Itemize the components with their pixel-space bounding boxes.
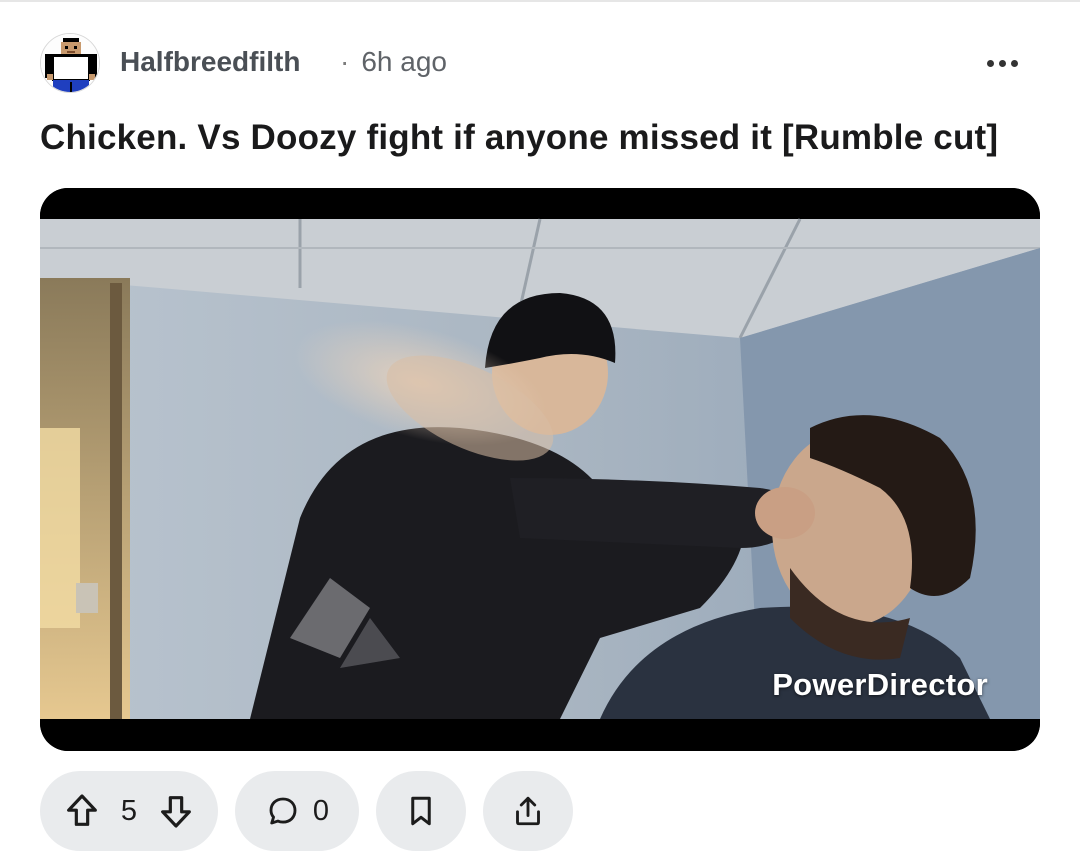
more-options-button[interactable] (982, 43, 1022, 83)
post-actions-bar: 5 0 (40, 771, 573, 851)
bookmark-icon (403, 793, 439, 829)
comments-button[interactable]: 0 (235, 771, 359, 851)
post-header: Halfbreedfilth · 6h ago (40, 33, 1040, 95)
video-player[interactable]: PowerDirector (40, 188, 1040, 751)
comment-bubble-icon (265, 793, 301, 829)
post-timestamp: 6h ago (361, 46, 447, 77)
share-icon (510, 793, 546, 829)
share-button[interactable] (483, 771, 573, 851)
save-button[interactable] (376, 771, 466, 851)
vote-control: 5 (40, 771, 218, 851)
meta-separator: · (340, 46, 350, 77)
post-time: · 6h ago (340, 46, 447, 78)
post-title[interactable]: Chicken. Vs Doozy fight if anyone missed… (40, 118, 1040, 158)
more-horizontal-icon (986, 59, 994, 67)
author-name[interactable]: Halfbreedfilth (120, 46, 300, 78)
arrow-up-icon[interactable] (62, 791, 102, 831)
author-avatar[interactable] (40, 33, 100, 93)
comment-count: 0 (312, 794, 330, 827)
video-watermark: PowerDirector (772, 667, 988, 702)
vote-count: 5 (120, 794, 138, 827)
arrow-down-icon[interactable] (156, 791, 196, 831)
avatar-pixel-image (41, 34, 99, 92)
top-divider (0, 0, 1080, 2)
